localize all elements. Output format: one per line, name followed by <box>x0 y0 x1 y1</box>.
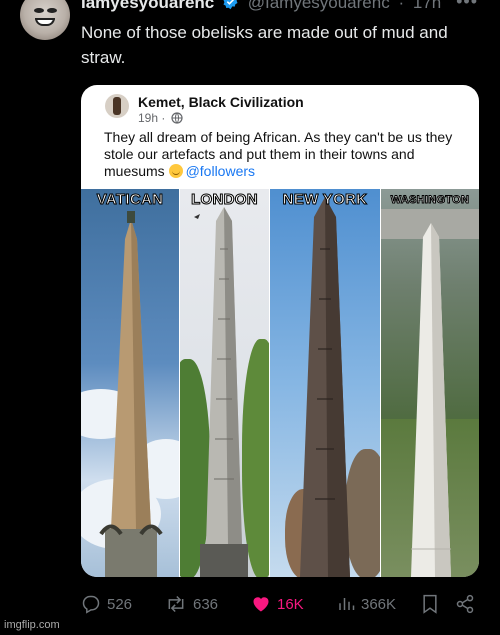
display-name[interactable]: Iamyesyouarenc <box>81 0 214 12</box>
panel-label-london: LONDON <box>191 191 258 209</box>
reply-icon <box>82 595 100 614</box>
share-icon <box>456 594 474 614</box>
panel-washington: WASHINGTON <box>381 189 479 577</box>
repost-button[interactable]: 636 <box>165 592 218 616</box>
views-button[interactable]: 366K <box>337 592 396 616</box>
like-button[interactable]: 16K <box>251 592 304 616</box>
globe-icon <box>171 112 183 124</box>
followers-tag-link[interactable]: @followers <box>186 163 255 179</box>
quoted-text-body: They all dream of being African. As they… <box>104 129 453 179</box>
action-bar: 526 636 16K 366K <box>81 592 481 616</box>
quoted-post-meta: 19h · <box>138 111 183 125</box>
london-obelisk <box>194 207 248 577</box>
vatican-obelisk <box>99 211 163 577</box>
panel-label-washington: WASHINGTON <box>390 194 470 207</box>
avatar-eye <box>34 8 44 13</box>
user-handle[interactable]: @Iamyesyouarenc <box>248 0 390 12</box>
avatar-eye <box>47 8 57 13</box>
avatar-mouth <box>35 18 55 26</box>
reply-button[interactable]: 526 <box>81 592 132 616</box>
avatar[interactable] <box>20 0 70 40</box>
panel-london: LONDON <box>180 189 269 577</box>
verified-badge-icon <box>223 0 238 10</box>
new-york-obelisk <box>300 197 350 577</box>
like-count: 16K <box>277 595 304 613</box>
quoted-avatar[interactable] <box>105 94 129 118</box>
panel-vatican: VATICAN <box>81 189 179 577</box>
post-text: None of those obelisks are made out of m… <box>81 23 448 67</box>
watermark: imgflip.com <box>4 619 60 631</box>
panel-new-york: NEW YORK <box>270 189 380 577</box>
quoted-post-card[interactable]: Kemet, Black Civilization 19h · They all… <box>81 85 479 577</box>
quoted-post-text: They all dream of being African. As they… <box>104 129 464 180</box>
more-options-icon[interactable]: ••• <box>456 0 478 12</box>
post-header: Iamyesyouarenc @Iamyesyouarenc · 17h <box>81 0 441 13</box>
smiley-emoji-icon <box>168 164 183 178</box>
panel-label-new-york: NEW YORK <box>282 191 368 209</box>
reply-count: 526 <box>107 595 133 613</box>
quoted-author-name[interactable]: Kemet, Black Civilization <box>138 94 304 110</box>
repost-count: 636 <box>193 595 219 613</box>
panel-label-vatican: VATICAN <box>96 191 164 209</box>
share-button[interactable] <box>455 592 481 616</box>
post-time[interactable]: 17h <box>413 0 441 12</box>
obelisk-collage-image[interactable]: VATICAN LONDON NEW YORK WASHINGTON <box>81 189 479 577</box>
washington-monument <box>411 223 451 577</box>
separator: · <box>398 0 405 12</box>
views-icon <box>339 598 355 610</box>
bookmark-icon <box>423 594 437 614</box>
quoted-post-time: 19h · <box>138 111 166 125</box>
heart-icon <box>253 597 269 612</box>
bookmark-button[interactable] <box>421 592 445 616</box>
repost-icon <box>168 595 184 613</box>
views-count: 366K <box>361 595 397 613</box>
